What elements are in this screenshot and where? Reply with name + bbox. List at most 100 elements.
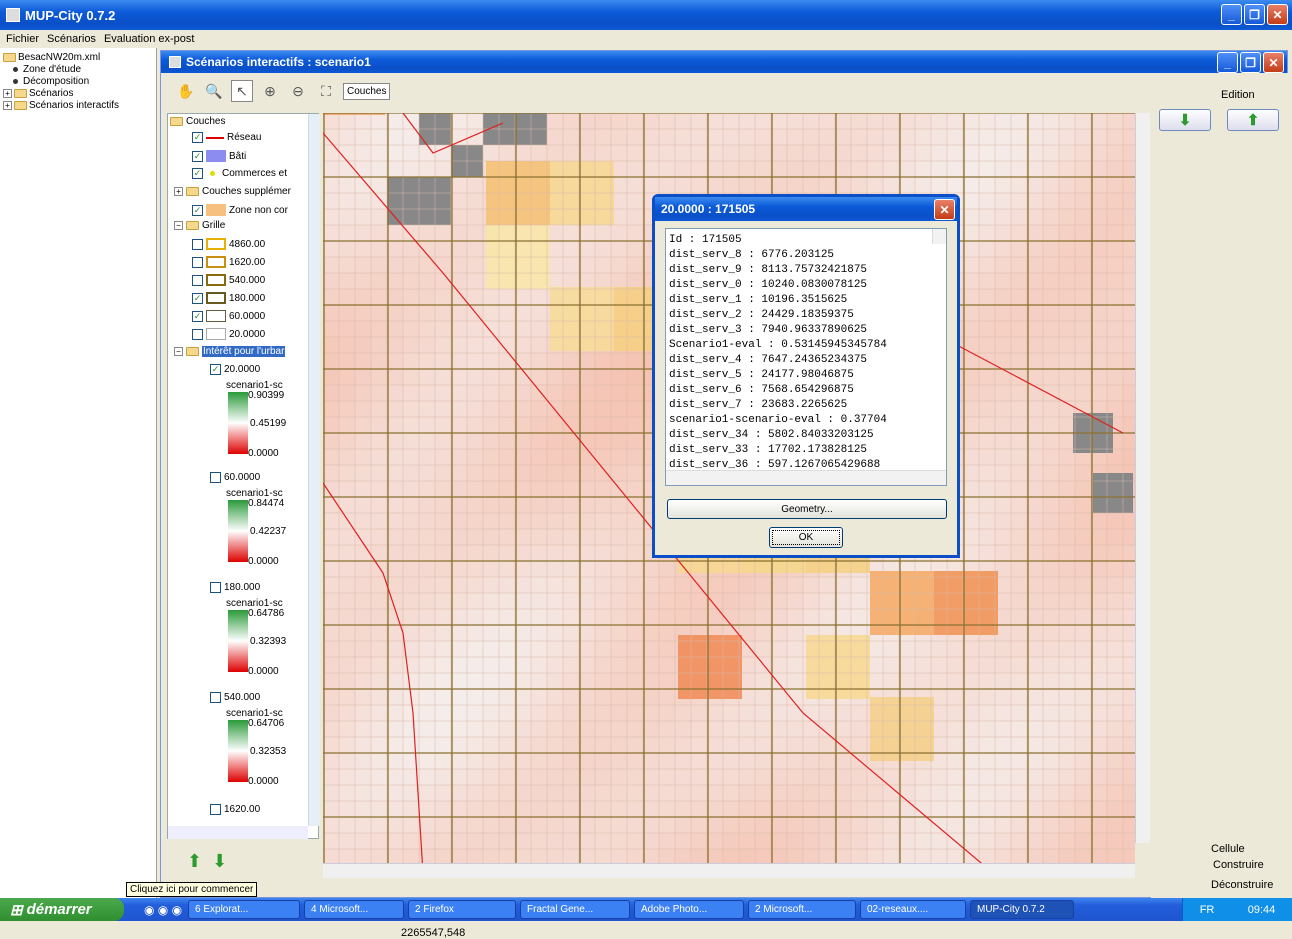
task-mupcity[interactable]: MUP-City 0.7.2	[970, 900, 1074, 919]
checkbox-unchecked[interactable]	[210, 692, 221, 703]
zoom-icon[interactable]: 🔍	[203, 80, 225, 102]
checkbox-unchecked[interactable]	[210, 804, 221, 815]
grid-level-1620[interactable]: 1620.00	[192, 256, 265, 268]
collapse-icon[interactable]: −	[174, 347, 183, 356]
grid-level-180[interactable]: ✓ 180.000	[192, 292, 265, 304]
attribute-list[interactable]: Id : 171505 dist_serv_8 : 6776.203125 dist…	[665, 228, 947, 486]
attribute-list-hscrollbar[interactable]	[666, 470, 946, 485]
dialog-close-button[interactable]: ✕	[934, 199, 955, 220]
map-cell	[579, 657, 595, 673]
checkbox-checked[interactable]: ✓	[192, 132, 203, 143]
checkbox-checked[interactable]: ✓	[192, 150, 203, 162]
couches-button[interactable]: Couches	[343, 82, 391, 100]
quicklaunch-icons[interactable]: ◉ ◉ ◉	[124, 903, 184, 917]
checkbox-unchecked[interactable]	[192, 256, 203, 268]
pan-hand-icon[interactable]: ✋	[175, 80, 197, 102]
layer-commerces[interactable]: ✓ Commerces et	[192, 168, 287, 179]
legend-level[interactable]: 1620.00	[210, 804, 260, 815]
map-cell	[467, 497, 483, 513]
checkbox-unchecked[interactable]	[210, 472, 221, 483]
checkbox-checked[interactable]: ✓	[192, 168, 203, 179]
arrow-up-button[interactable]: ⬆	[1227, 109, 1279, 131]
checkbox-checked[interactable]: ✓	[192, 204, 203, 216]
checkbox-unchecked[interactable]	[192, 274, 203, 286]
task-explorer[interactable]: 6 Explorat...	[188, 900, 300, 919]
checkbox-checked[interactable]: ✓	[192, 292, 203, 304]
tree-item-decomposition[interactable]: Décomposition	[3, 75, 153, 87]
inner-close-button[interactable]: ✕	[1263, 52, 1284, 73]
layer-grille[interactable]: − Grille	[174, 220, 225, 231]
select-pointer-icon[interactable]: ↖	[231, 80, 253, 102]
map-cell	[659, 785, 675, 801]
map-cell	[707, 753, 723, 769]
task-firefox[interactable]: 2 Firefox	[408, 900, 516, 919]
task-fractal[interactable]: Fractal Gene...	[520, 900, 630, 919]
checkbox-checked[interactable]: ✓	[210, 364, 221, 375]
map-cell	[755, 817, 771, 833]
menu-evaluation[interactable]: Evaluation ex-post	[104, 33, 195, 45]
tree-item-zone[interactable]: Zone d'étude	[3, 63, 153, 75]
minimize-button[interactable]: _	[1221, 4, 1242, 25]
layer-interet[interactable]: − Intérêt pour l'urbar	[174, 346, 286, 357]
legend-level[interactable]: 60.0000	[210, 472, 260, 483]
task-photoshop[interactable]: Adobe Photo...	[634, 900, 744, 919]
legend-level[interactable]: 180.000	[210, 582, 260, 593]
legend-level[interactable]: ✓ 20.0000	[210, 364, 260, 375]
arrow-up-icon[interactable]: ⬆	[187, 851, 202, 872]
expand-icon[interactable]: +	[3, 100, 12, 110]
layer-supplementaires[interactable]: + Couches supplémer	[174, 186, 291, 197]
map-cell	[659, 593, 675, 609]
start-button[interactable]: ⊞ démarrer	[0, 898, 124, 921]
layer-panel-hscrollbar[interactable]	[168, 826, 308, 839]
map-cell	[499, 609, 515, 625]
expand-icon[interactable]: +	[174, 187, 183, 196]
ok-button[interactable]: OK	[769, 527, 843, 548]
task-reseaux[interactable]: 02-reseaux....	[860, 900, 966, 919]
checkbox-unchecked[interactable]	[192, 328, 203, 340]
layer-root[interactable]: Couches	[170, 116, 225, 127]
deconstruire-button[interactable]: Déconstruire	[1211, 879, 1273, 891]
checkbox-unchecked[interactable]	[192, 238, 203, 250]
collapse-icon[interactable]: −	[174, 221, 183, 230]
grid-level-540[interactable]: 540.000	[192, 274, 265, 286]
language-indicator[interactable]: FR	[1200, 904, 1215, 916]
menu-fichier[interactable]: Fichier	[6, 33, 39, 45]
tree-item-scenarios[interactable]: + Scénarios	[3, 87, 153, 99]
close-button[interactable]: ✕	[1267, 4, 1288, 25]
menu-scenarios[interactable]: Scénarios	[47, 33, 96, 45]
map-cell	[339, 257, 355, 273]
checkbox-unchecked[interactable]	[210, 582, 221, 593]
map-horizontal-scrollbar[interactable]	[323, 863, 1135, 878]
grid-level-20[interactable]: 20.0000	[192, 328, 265, 340]
full-extent-icon[interactable]: ⛶	[315, 80, 337, 102]
grid-level-60[interactable]: ✓ 60.0000	[192, 310, 265, 322]
task-powerpoint[interactable]: 2 Microsoft...	[748, 900, 856, 919]
geometry-button[interactable]: Geometry...	[667, 499, 947, 519]
grid-level-4860[interactable]: 4860.00	[192, 238, 265, 250]
attribute-list-scrollbar[interactable]	[932, 229, 946, 244]
layer-bati[interactable]: ✓ Bâti	[192, 150, 246, 162]
expand-icon[interactable]: +	[3, 88, 12, 98]
map-cell	[931, 785, 947, 801]
map-cell	[979, 145, 995, 161]
construire-button[interactable]: Construire	[1213, 859, 1264, 871]
layer-zone-non[interactable]: ✓ Zone non cor	[192, 204, 288, 216]
restore-button[interactable]: ❐	[1244, 4, 1265, 25]
map-cell	[691, 129, 707, 145]
tree-root[interactable]: BesacNW20m.xml	[3, 51, 153, 63]
map-cell	[1059, 785, 1075, 801]
map-vertical-scrollbar[interactable]	[1135, 113, 1150, 843]
layer-panel-scrollbar[interactable]	[308, 114, 320, 826]
arrow-down-icon[interactable]: ⬇	[212, 851, 227, 872]
zoom-out-icon[interactable]: ⊖	[287, 80, 309, 102]
task-word[interactable]: 4 Microsoft...	[304, 900, 404, 919]
tree-item-scenarios-interactifs[interactable]: + Scénarios interactifs	[3, 99, 153, 111]
arrow-down-button[interactable]: ⬇	[1159, 109, 1211, 131]
legend-level[interactable]: 540.000	[210, 692, 260, 703]
inner-restore-button[interactable]: ❐	[1240, 52, 1261, 73]
map-cell	[355, 561, 371, 577]
checkbox-checked[interactable]: ✓	[192, 310, 203, 322]
zoom-in-icon[interactable]: ⊕	[259, 80, 281, 102]
inner-minimize-button[interactable]: _	[1217, 52, 1238, 73]
layer-reseau[interactable]: ✓ Réseau	[192, 132, 261, 143]
